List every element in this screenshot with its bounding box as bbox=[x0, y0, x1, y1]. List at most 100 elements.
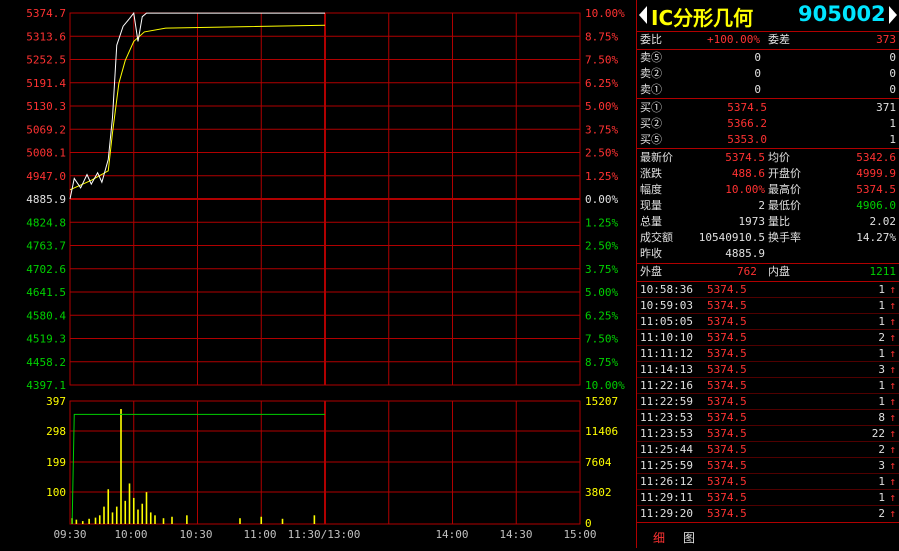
price-tick-label: 4580.4 bbox=[26, 309, 66, 322]
trade-volume: 1 bbox=[878, 347, 885, 360]
price-tick-label: 4641.5 bbox=[26, 286, 66, 299]
trade-time: 11:22:59 bbox=[640, 395, 693, 408]
stat-row: 涨跌 488.6 开盘价 4999.9 bbox=[637, 166, 899, 182]
trade-volume: 22 bbox=[871, 427, 885, 440]
trade-row: 11:29:11 5374.5 1 ↑ bbox=[637, 490, 899, 506]
chart-svg[interactable]: 5374.7 10.00% 5313.6 8.75% 5252.5 7.50% 5191.4… bbox=[0, 0, 636, 548]
buy-order-row: 买② 5366.2 1 bbox=[637, 116, 899, 132]
stat-label: 成交额 bbox=[640, 231, 673, 244]
percent-tick-label: 1.25% bbox=[585, 216, 618, 229]
volume-tick-label: 199 bbox=[46, 456, 66, 469]
panel-separator bbox=[636, 0, 637, 548]
order-label: 买② bbox=[640, 117, 662, 130]
stat-row: 幅度 10.00% 最高价 5374.5 bbox=[637, 182, 899, 198]
trade-row: 10:58:36 5374.5 1 ↑ bbox=[637, 282, 899, 298]
trade-row: 11:26:12 5374.5 1 ↑ bbox=[637, 474, 899, 490]
order-label: 买⑤ bbox=[640, 133, 662, 146]
percent-tick-label: 6.25% bbox=[585, 309, 618, 322]
trade-price: 5374.5 bbox=[707, 491, 747, 504]
outer-value: 762 bbox=[737, 265, 757, 278]
trade-volume: 1 bbox=[878, 299, 885, 312]
order-volume: 0 bbox=[889, 51, 896, 64]
trade-arrow-icon: ↑ bbox=[889, 331, 896, 344]
trade-row: 11:11:12 5374.5 1 ↑ bbox=[637, 346, 899, 362]
stat-row: 最新价 5374.5 均价 5342.6 bbox=[637, 150, 899, 166]
trade-arrow-icon: ↑ bbox=[889, 427, 896, 440]
stock-name: IC分形几何 bbox=[651, 6, 754, 30]
trade-volume: 1 bbox=[878, 395, 885, 408]
trade-time: 10:59:03 bbox=[640, 299, 693, 312]
trade-volume: 1 bbox=[878, 315, 885, 328]
sell-order-row: 卖② 0 0 bbox=[637, 66, 899, 82]
inner-value: 1211 bbox=[869, 265, 897, 278]
tab-detail[interactable]: 细 bbox=[653, 530, 665, 546]
trade-time: 11:22:16 bbox=[640, 379, 693, 392]
trade-arrow-icon: ↑ bbox=[889, 363, 896, 376]
prev-stock-icon[interactable] bbox=[639, 6, 647, 24]
price-tick-label: 5008.1 bbox=[26, 147, 66, 160]
stat-label: 最新价 bbox=[640, 151, 673, 164]
time-tick-label: 10:00 bbox=[114, 528, 147, 541]
time-tick-label: 10:30 bbox=[179, 528, 212, 541]
stat-label: 最高价 bbox=[768, 183, 801, 196]
trade-price: 5374.5 bbox=[707, 507, 747, 520]
trade-row: 11:25:44 5374.5 2 ↑ bbox=[637, 442, 899, 458]
trade-time: 11:11:12 bbox=[640, 347, 693, 360]
time-tick-label: 09:30 bbox=[53, 528, 86, 541]
trade-price: 5374.5 bbox=[707, 283, 747, 296]
percent-tick-label: 2.50% bbox=[585, 240, 618, 253]
percent-tick-label: 0.00% bbox=[585, 193, 618, 206]
percent-tick-label: 7.50% bbox=[585, 54, 618, 67]
stat-value: 1973 bbox=[738, 215, 766, 228]
intraday-chart[interactable]: 5374.7 10.00% 5313.6 8.75% 5252.5 7.50% 5191.4… bbox=[0, 0, 636, 548]
order-volume: 1 bbox=[889, 117, 896, 130]
trade-price: 5374.5 bbox=[707, 331, 747, 344]
stat-label: 幅度 bbox=[640, 183, 662, 196]
time-tick-label: 11:00 bbox=[243, 528, 276, 541]
trade-price: 5374.5 bbox=[707, 315, 747, 328]
trade-row: 11:22:59 5374.5 1 ↑ bbox=[637, 394, 899, 410]
trade-volume: 2 bbox=[878, 507, 885, 520]
stat-value: 488.6 bbox=[731, 167, 765, 180]
stat-value: 4885.9 bbox=[725, 247, 765, 260]
divider bbox=[637, 98, 899, 99]
stat-row: 总量 1973 量比 2.02 bbox=[637, 214, 899, 230]
weibi-row: 委比 +100.00% 委差 373 bbox=[637, 32, 899, 48]
sell-order-row: 卖① 0 0 bbox=[637, 82, 899, 98]
next-stock-icon[interactable] bbox=[889, 6, 897, 24]
sell-order-row: 卖⑤ 0 0 bbox=[637, 50, 899, 66]
price-tick-label: 4763.7 bbox=[26, 240, 66, 253]
stat-value: 5374.5 bbox=[725, 151, 765, 164]
trade-row: 11:25:59 5374.5 3 ↑ bbox=[637, 458, 899, 474]
trade-price: 5374.5 bbox=[707, 443, 747, 456]
order-price: 5374.5 bbox=[727, 101, 767, 114]
stat-value: 5374.5 bbox=[856, 183, 896, 196]
trade-arrow-icon: ↑ bbox=[889, 395, 896, 408]
trade-price: 5374.5 bbox=[707, 395, 747, 408]
order-label: 卖⑤ bbox=[640, 51, 662, 64]
stat-label: 最低价 bbox=[768, 199, 801, 212]
volume-tick-label: 298 bbox=[46, 425, 66, 438]
stat-row: 现量 2 最低价 4906.0 bbox=[637, 198, 899, 214]
time-tick-label: 11:30/13:00 bbox=[288, 528, 361, 541]
trade-arrow-icon: ↑ bbox=[889, 347, 896, 360]
percent-tick-label: 3.75% bbox=[585, 263, 618, 276]
trade-price: 5374.5 bbox=[707, 347, 747, 360]
stat-value: 2 bbox=[758, 199, 765, 212]
trade-time: 11:26:12 bbox=[640, 475, 693, 488]
stock-code: 905002 bbox=[798, 2, 886, 26]
trade-row: 11:29:20 5374.5 2 ↑ bbox=[637, 506, 899, 522]
trade-time: 11:23:53 bbox=[640, 427, 693, 440]
trade-volume: 3 bbox=[878, 363, 885, 376]
trade-arrow-icon: ↑ bbox=[889, 379, 896, 392]
tab-chart[interactable]: 图 bbox=[683, 530, 695, 546]
trade-time: 11:23:53 bbox=[640, 411, 693, 424]
price-tick-label: 5130.3 bbox=[26, 100, 66, 113]
trade-arrow-icon: ↑ bbox=[889, 443, 896, 456]
trade-time: 11:29:11 bbox=[640, 491, 693, 504]
stat-value: 10.00% bbox=[725, 183, 765, 196]
order-volume: 1 bbox=[889, 133, 896, 146]
divider bbox=[637, 522, 899, 523]
trade-price: 5374.5 bbox=[707, 379, 747, 392]
trade-volume: 8 bbox=[878, 411, 885, 424]
